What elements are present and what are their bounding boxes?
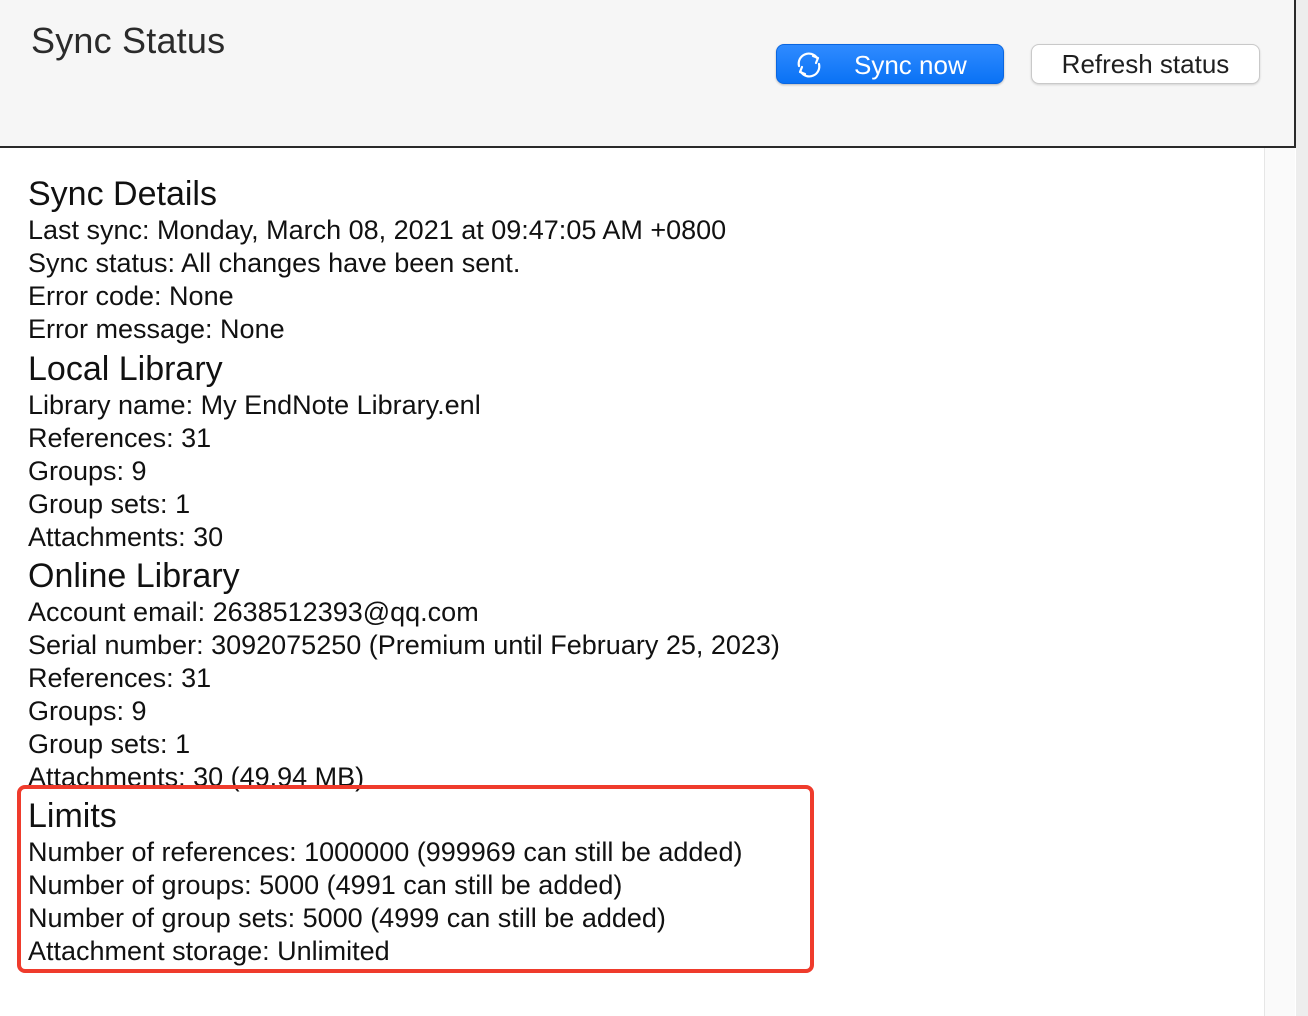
- section-heading-sync-details: Sync Details: [28, 175, 217, 213]
- limits-section: Limits Number of references: 1000000 (99…: [28, 796, 742, 968]
- local-library-section: Local Library Library name: My EndNote L…: [28, 349, 481, 554]
- local-group-sets-text: Group sets: 1: [28, 489, 191, 519]
- page-title: Sync Status: [31, 20, 226, 61]
- sync-status-text: Sync status: All changes have been sent.: [28, 248, 521, 278]
- sync-details-section: Sync Details Last sync: Monday, March 08…: [28, 174, 726, 346]
- library-name-text: Library name: My EndNote Library.enl: [28, 390, 481, 420]
- section-heading-local-library: Local Library: [28, 350, 223, 388]
- section-heading-limits: Limits: [28, 797, 117, 835]
- attachment-storage-text: Attachment storage: Unlimited: [28, 936, 390, 966]
- online-library-section: Online Library Account email: 2638512393…: [28, 556, 780, 794]
- error-code-text: Error code: None: [28, 281, 234, 311]
- online-group-sets-text: Group sets: 1: [28, 729, 191, 759]
- local-attachments-text: Attachments: 30: [28, 522, 224, 552]
- online-groups-text: Groups: 9: [28, 696, 147, 726]
- online-attachments-text: Attachments: 30 (49.94 MB): [28, 762, 365, 792]
- sync-now-button[interactable]: Sync now: [776, 44, 1004, 84]
- scrollbar-track[interactable]: [1264, 148, 1295, 1016]
- serial-number-text: Serial number: 3092075250 (Premium until…: [28, 630, 780, 660]
- window-edge: [1296, 0, 1308, 1016]
- error-message-text: Error message: None: [28, 314, 285, 344]
- limit-references-text: Number of references: 1000000 (999969 ca…: [28, 837, 743, 867]
- sync-icon: [797, 52, 821, 78]
- header-bar: Sync Status Sync now Refresh status: [0, 0, 1294, 148]
- sync-now-label: Sync now: [854, 50, 967, 80]
- section-heading-online-library: Online Library: [28, 557, 240, 595]
- last-sync-text: Last sync: Monday, March 08, 2021 at 09:…: [28, 215, 727, 245]
- account-email-text: Account email: 2638512393@qq.com: [28, 597, 479, 627]
- limit-group-sets-text: Number of group sets: 5000 (4999 can sti…: [28, 903, 666, 933]
- limit-groups-text: Number of groups: 5000 (4991 can still b…: [28, 870, 623, 900]
- online-references-text: References: 31: [28, 663, 212, 693]
- local-references-text: References: 31: [28, 423, 212, 453]
- local-groups-text: Groups: 9: [28, 456, 147, 486]
- sync-status-window: Sync Status Sync now Refresh status Sync…: [0, 0, 1308, 1016]
- refresh-status-button[interactable]: Refresh status: [1031, 44, 1260, 84]
